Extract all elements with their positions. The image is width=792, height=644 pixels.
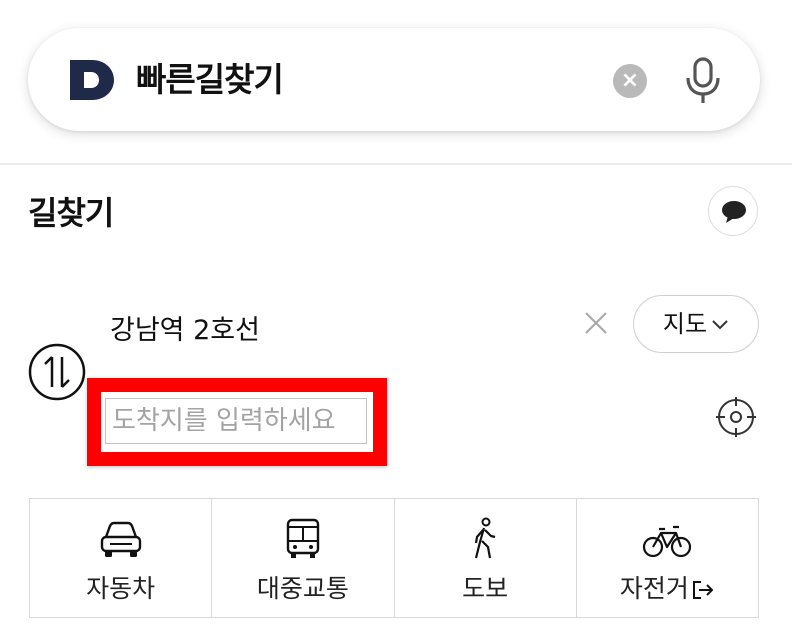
highlight-box — [87, 378, 387, 466]
current-location-icon[interactable] — [715, 396, 757, 438]
mode-label: 자동차 — [86, 574, 156, 603]
mode-walk-tab[interactable]: 도보 — [395, 499, 577, 617]
map-button[interactable]: 지도 — [633, 295, 759, 353]
mode-label: 도보 — [462, 574, 509, 603]
daum-logo-icon — [70, 60, 114, 100]
external-link-icon — [692, 581, 714, 599]
microphone-icon[interactable] — [680, 56, 726, 106]
mode-car-tab[interactable]: 자동차 — [30, 499, 213, 617]
mode-label-text: 자전거 — [619, 574, 689, 603]
destination-box — [87, 378, 387, 466]
clear-search-button[interactable]: × — [613, 64, 647, 98]
transport-mode-tabs: 자동차 대중교통 도보 자전거 — [29, 498, 759, 618]
mode-bicycle-tab[interactable]: 자전거 — [577, 499, 758, 617]
divider — [0, 163, 792, 165]
mode-label: 대중교통 — [256, 574, 349, 603]
walk-icon — [475, 517, 496, 559]
origin-field[interactable]: 강남역 2호선 — [110, 308, 260, 347]
car-icon — [100, 521, 141, 557]
bicycle-icon — [643, 525, 692, 558]
page-title: 길찾기 — [28, 194, 114, 232]
chevron-down-icon — [712, 320, 728, 330]
map-button-label: 지도 — [662, 310, 708, 338]
mode-transit-tab[interactable]: 대중교통 — [212, 499, 395, 617]
search-query-text[interactable]: 빠른길찾기 — [136, 56, 284, 104]
swap-route-icon[interactable] — [28, 343, 86, 401]
clear-origin-icon[interactable] — [581, 308, 611, 338]
feedback-button[interactable] — [708, 186, 758, 236]
mode-label: 자전거 — [577, 569, 758, 605]
bus-icon — [286, 518, 320, 558]
speech-bubble-icon — [722, 201, 746, 223]
search-bar[interactable]: 빠른길찾기 × — [28, 28, 760, 131]
